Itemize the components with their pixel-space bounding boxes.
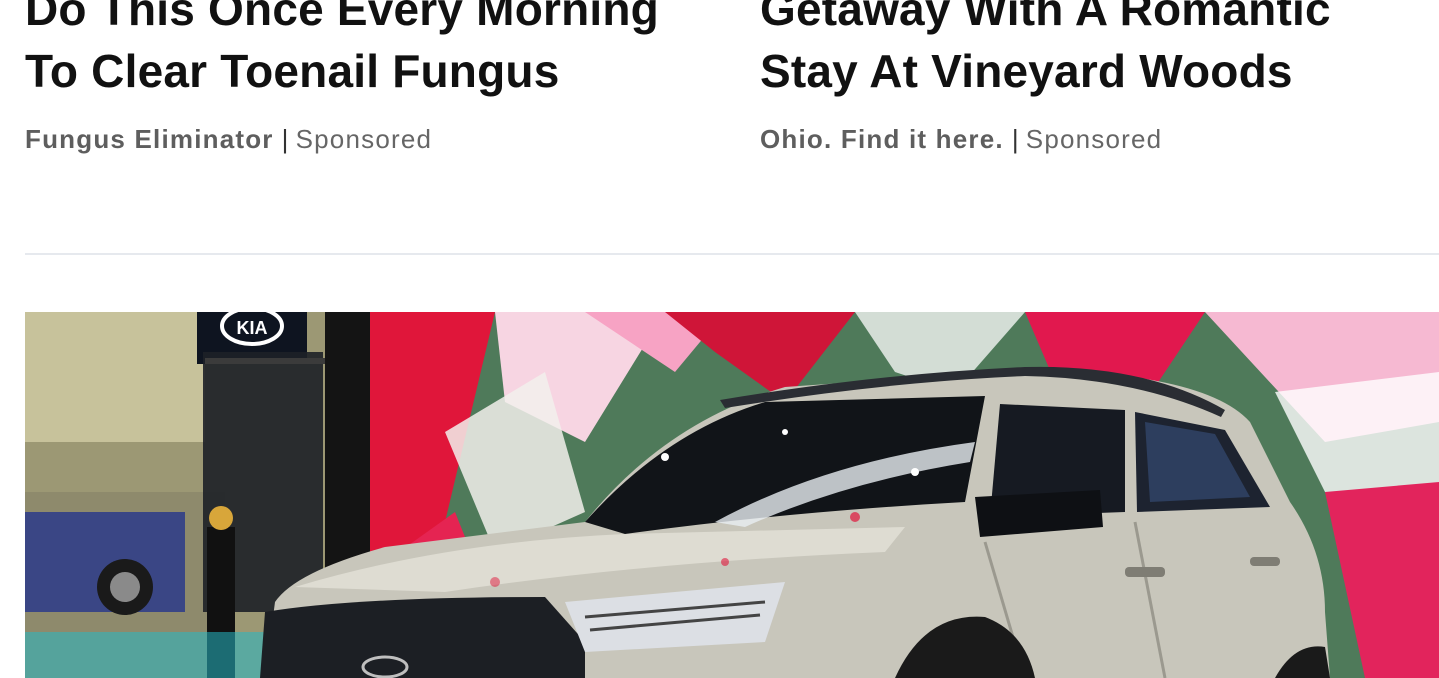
article-page: Do This Once Every Morning To Clear Toen… (0, 0, 1439, 678)
section-divider (25, 253, 1439, 255)
ad-source: Ohio. Find it here. (760, 124, 1004, 154)
ad-headline[interactable]: Getaway With A Romantic Stay At Vineyard… (760, 0, 1439, 102)
ad-headline[interactable]: Do This Once Every Morning To Clear Toen… (25, 0, 725, 102)
ad-meta: Ohio. Find it here. | Sponsored (760, 124, 1439, 154)
ad-headline-line-1: Getaway With A Romantic (760, 0, 1331, 35)
article-hero-image[interactable]: KIA (25, 312, 1439, 678)
ad-headline-line-2: Stay At Vineyard Woods (760, 45, 1293, 97)
meta-separator: | (1011, 124, 1020, 154)
kia-suv-photo: KIA (25, 312, 1439, 678)
ad-headline-line-2: To Clear Toenail Fungus (25, 45, 560, 97)
sponsored-ad-card-toenail[interactable]: Do This Once Every Morning To Clear Toen… (25, 0, 725, 154)
sponsored-label: Sponsored (1025, 124, 1163, 154)
sponsored-label: Sponsored (295, 124, 433, 154)
kia-logo-text: KIA (237, 318, 268, 338)
sponsored-ad-card-vineyard[interactable]: Getaway With A Romantic Stay At Vineyard… (760, 0, 1439, 154)
ad-headline-line-1: Do This Once Every Morning (25, 0, 659, 35)
meta-separator: | (281, 124, 290, 154)
ad-source: Fungus Eliminator (25, 124, 274, 154)
ad-meta: Fungus Eliminator | Sponsored (25, 124, 725, 154)
